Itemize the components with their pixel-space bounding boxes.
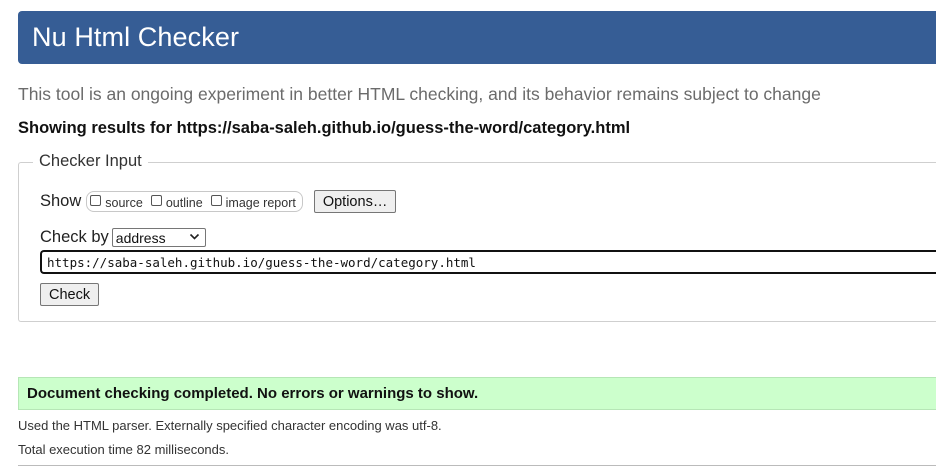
show-label: Show xyxy=(40,192,82,210)
show-outline-option[interactable]: outline xyxy=(150,194,203,210)
results-heading: Showing results for https://saba-saleh.g… xyxy=(18,119,631,137)
show-image-report-label: image report xyxy=(225,195,296,210)
tagline: This tool is an ongoing experiment in be… xyxy=(18,84,821,104)
check-by-label: Check by xyxy=(40,228,109,246)
page: Nu Html Checker This tool is an ongoing … xyxy=(0,0,936,468)
show-outline-label: outline xyxy=(165,195,203,210)
execution-time: Total execution time 82 milliseconds. xyxy=(18,442,229,457)
show-options-group: source outline image report xyxy=(86,191,303,212)
show-image-report-checkbox[interactable] xyxy=(210,194,222,206)
show-source-checkbox[interactable] xyxy=(90,194,102,206)
show-source-option[interactable]: source xyxy=(90,194,143,210)
success-message: Document checking completed. No errors o… xyxy=(18,377,936,410)
parser-info: Used the HTML parser. Externally specifi… xyxy=(18,418,442,433)
check-by-selected-value: address xyxy=(115,229,166,246)
chevron-down-icon xyxy=(189,231,200,245)
options-button[interactable]: Options… xyxy=(313,190,397,213)
check-by-row: Check by address xyxy=(40,228,206,247)
url-input-value: https://saba-saleh.github.io/guess-the-w… xyxy=(47,254,476,270)
url-input[interactable]: https://saba-saleh.github.io/guess-the-w… xyxy=(40,250,936,274)
header-banner: Nu Html Checker xyxy=(18,11,936,64)
check-by-select[interactable]: address xyxy=(111,228,206,247)
page-title: Nu Html Checker xyxy=(32,22,240,52)
show-outline-checkbox[interactable] xyxy=(150,194,162,206)
show-source-label: source xyxy=(105,195,143,210)
checker-input-fieldset: Checker Input Show source outline image … xyxy=(18,152,936,322)
show-image-report-option[interactable]: image report xyxy=(210,194,296,210)
show-row: Show source outline image report Options… xyxy=(40,190,397,213)
checker-input-legend: Checker Input xyxy=(33,152,148,171)
check-button[interactable]: Check xyxy=(40,283,100,306)
bottom-divider xyxy=(18,465,936,466)
